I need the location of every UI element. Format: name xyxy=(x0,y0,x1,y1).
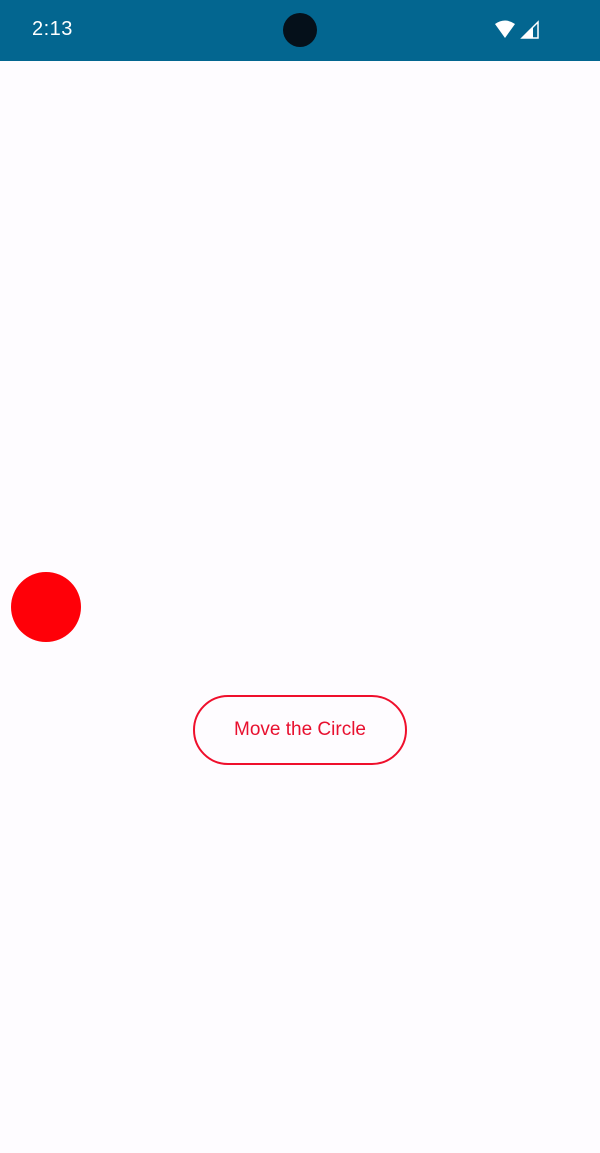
main-content: Move the Circle xyxy=(0,61,600,1153)
red-circle xyxy=(11,572,81,642)
status-time: 2:13 xyxy=(32,18,73,40)
wifi-icon xyxy=(495,20,515,38)
status-bar: 2:13 xyxy=(0,0,600,61)
move-circle-button[interactable]: Move the Circle xyxy=(193,695,407,765)
status-icons xyxy=(494,20,544,42)
camera-cutout xyxy=(283,13,317,47)
cellular-signal-icon xyxy=(520,20,539,39)
